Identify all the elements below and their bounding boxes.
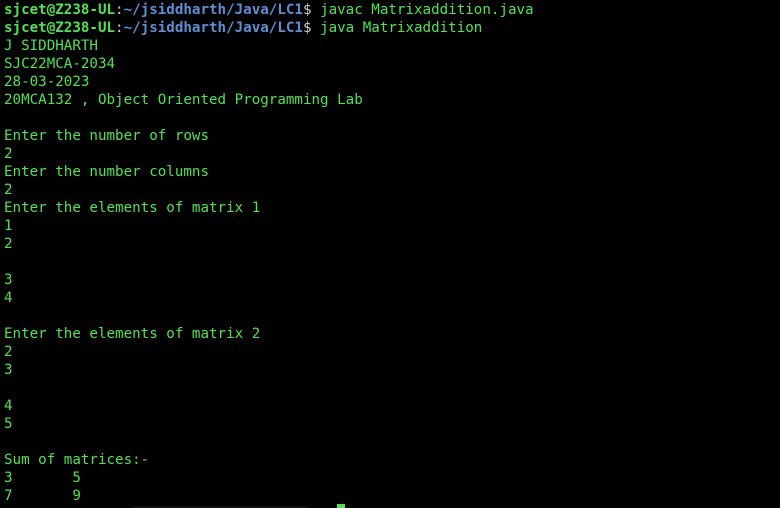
- prompt-dollar: $: [302, 20, 312, 36]
- output-line: 3 5: [4, 470, 81, 486]
- output-line: Sum of matrices:-: [4, 452, 150, 468]
- output-line: 5: [4, 416, 13, 432]
- prompt-colon: :: [115, 20, 124, 36]
- output-line: Enter the number columns: [4, 164, 209, 180]
- output-line: 2: [4, 236, 13, 252]
- output-line: 2: [4, 344, 13, 360]
- output-line: 4: [4, 290, 13, 306]
- output-line: 3: [4, 362, 13, 378]
- output-line: 28-03-2023: [4, 74, 90, 90]
- prompt-dollar: $: [302, 2, 312, 18]
- output-line: 2: [4, 182, 13, 198]
- output-line: 2: [4, 146, 13, 162]
- prompt-path: ~/jsiddharth/Java/LC1: [123, 20, 303, 36]
- output-line: 4: [4, 398, 13, 414]
- output-line: 3: [4, 272, 13, 288]
- output-line: Enter the elements of matrix 2: [4, 326, 261, 342]
- prompt-line-compile: sjcet@Z238-UL:~/jsiddharth/Java/LC1$ jav…: [4, 1, 534, 19]
- terminal-window[interactable]: sjcet@Z238-UL:~/jsiddharth/Java/LC1$ jav…: [0, 0, 780, 508]
- output-line: SJC22MCA-2034: [4, 56, 116, 72]
- command-run: java Matrixaddition: [320, 20, 483, 36]
- output-line: 20MCA132 , Object Oriented Programming L…: [4, 92, 363, 108]
- output-line: Enter the elements of matrix 1: [4, 200, 261, 216]
- output-line: J SIDDHARTH: [4, 38, 98, 54]
- output-line: 7 9: [4, 488, 81, 504]
- prompt-path: ~/jsiddharth/Java/LC1: [123, 2, 303, 18]
- output-line: Enter the number of rows: [4, 128, 209, 144]
- prompt-line-run: sjcet@Z238-UL:~/jsiddharth/Java/LC1$ jav…: [4, 19, 482, 37]
- prompt-user-host: sjcet@Z238-UL: [4, 20, 116, 36]
- prompt-user-host: sjcet@Z238-UL: [4, 2, 116, 18]
- command-compile: javac Matrixaddition.java: [320, 2, 534, 18]
- prompt-colon: :: [115, 2, 124, 18]
- output-line: 1: [4, 218, 13, 234]
- terminal-cursor[interactable]: [337, 504, 345, 508]
